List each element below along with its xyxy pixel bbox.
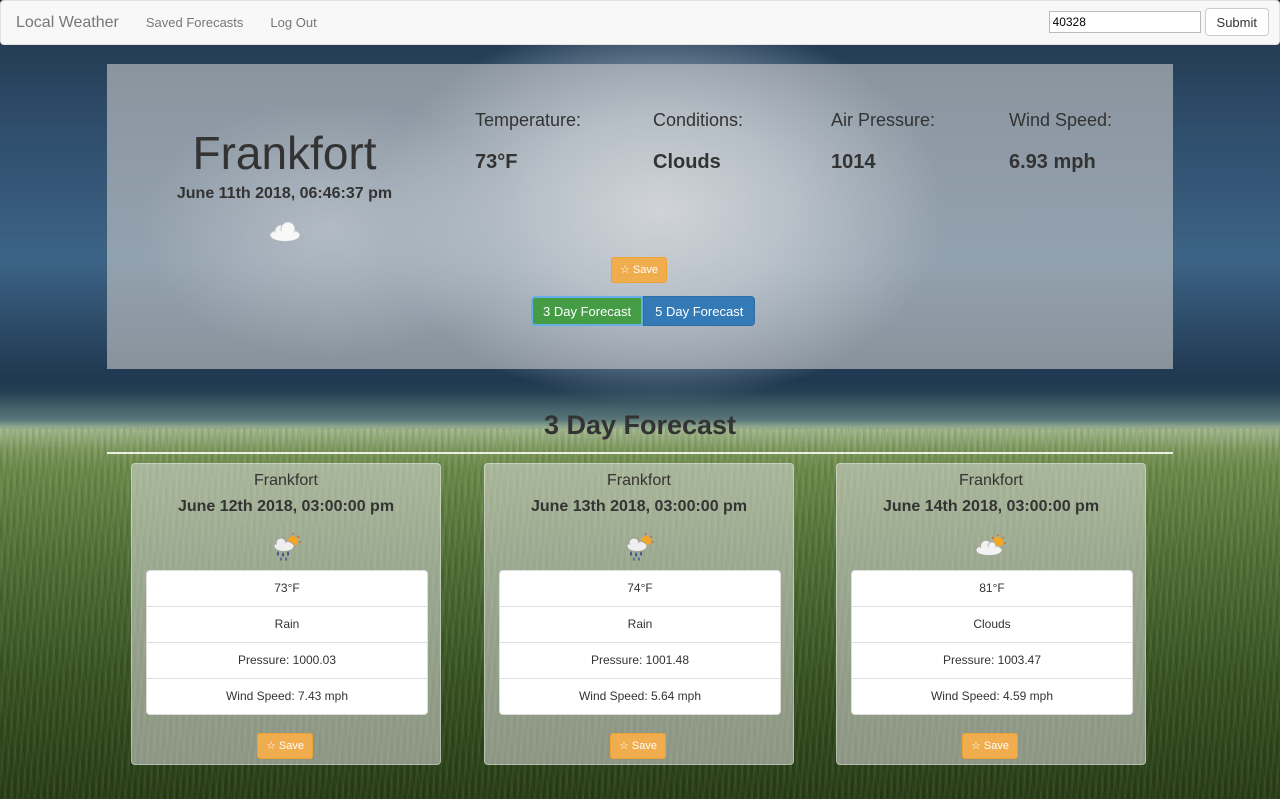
brand-link[interactable]: Local Weather	[16, 14, 119, 32]
card-details-list: 74°F Rain Pressure: 1001.48 Wind Speed: …	[499, 570, 781, 715]
card-pressure: Pressure: 1003.47	[852, 643, 1132, 679]
stat-label: Temperature:	[475, 110, 582, 130]
card-date: June 12th 2018, 03:00:00 pm	[177, 498, 395, 515]
stat-wind-speed: Wind Speed: 6.93 mph	[1009, 110, 1112, 174]
card-conditions: Clouds	[852, 607, 1132, 643]
current-city: Frankfort	[192, 127, 377, 179]
stat-value: 6.93 mph	[1009, 151, 1096, 173]
card-pressure: Pressure: 1000.03	[147, 643, 427, 679]
stat-label: Air Pressure:	[831, 110, 936, 130]
card-city: Frankfort	[253, 472, 318, 489]
rain-sun-icon	[626, 533, 654, 561]
three-day-forecast-button[interactable]: 3 Day Forecast	[531, 296, 644, 326]
zip-search-form: Submit	[1048, 8, 1269, 36]
submit-button[interactable]: Submit	[1204, 8, 1269, 36]
stat-temperature: Temperature: 73°F	[475, 110, 581, 174]
card-wind-speed: Wind Speed: 5.64 mph	[578, 689, 702, 703]
stat-conditions: Conditions: Clouds	[653, 110, 743, 174]
zip-input[interactable]	[1048, 11, 1201, 33]
save-forecast-button[interactable]: ☆ Save	[610, 733, 666, 759]
cloud-sun-icon	[975, 534, 1006, 556]
forecast-card: Frankfort June 13th 2018, 03:00:00 pm 74…	[484, 463, 794, 765]
card-date: June 14th 2018, 03:00:00 pm	[882, 498, 1100, 515]
card-details-list: 73°F Rain Pressure: 1000.03 Wind Speed: …	[146, 570, 428, 715]
forecast-divider	[107, 452, 1173, 454]
card-wind-speed: Wind Speed: 7.43 mph	[225, 689, 349, 703]
card-conditions: Rain	[500, 607, 780, 643]
forecast-card: Frankfort June 12th 2018, 03:00:00 pm 73…	[131, 463, 441, 765]
card-conditions: Rain	[147, 607, 427, 643]
current-datetime: June 11th 2018, 06:46:37 pm	[176, 185, 393, 202]
nav-saved-forecasts[interactable]: Saved Forecasts	[146, 15, 244, 30]
stat-value: 73°F	[475, 151, 518, 173]
card-temperature: 73°F	[147, 571, 427, 607]
card-city: Frankfort	[958, 472, 1023, 489]
card-details-list: 81°F Clouds Pressure: 1003.47 Wind Speed…	[851, 570, 1133, 715]
stat-air-pressure: Air Pressure: 1014	[831, 110, 935, 174]
cloud-icon	[269, 221, 301, 242]
stat-value: Clouds	[653, 151, 721, 173]
navbar: Local Weather Saved Forecasts Log Out Su…	[0, 0, 1280, 45]
card-temperature: 74°F	[500, 571, 780, 607]
card-pressure: Pressure: 1001.48	[500, 643, 780, 679]
five-day-forecast-button[interactable]: 5 Day Forecast	[643, 296, 756, 326]
rain-sun-icon	[273, 533, 301, 561]
current-weather-panel: Frankfort June 11th 2018, 06:46:37 pm Te…	[107, 64, 1173, 369]
stat-value: 1014	[831, 151, 876, 173]
stat-label: Wind Speed:	[1009, 110, 1113, 130]
card-temperature: 81°F	[852, 571, 1132, 607]
forecast-toggle-group: 3 Day Forecast 5 Day Forecast	[531, 296, 756, 326]
save-current-button[interactable]: ☆ Save	[611, 257, 667, 283]
stat-label: Conditions:	[653, 110, 744, 130]
forecast-heading: 3 Day Forecast	[543, 410, 737, 440]
card-wind-speed: Wind Speed: 4.59 mph	[930, 689, 1054, 703]
card-date: June 13th 2018, 03:00:00 pm	[530, 498, 748, 515]
nav-log-out[interactable]: Log Out	[270, 15, 316, 30]
card-city: Frankfort	[606, 472, 671, 489]
save-forecast-button[interactable]: ☆ Save	[257, 733, 313, 759]
save-forecast-button[interactable]: ☆ Save	[962, 733, 1018, 759]
forecast-card: Frankfort June 14th 2018, 03:00:00 pm 81…	[836, 463, 1146, 765]
